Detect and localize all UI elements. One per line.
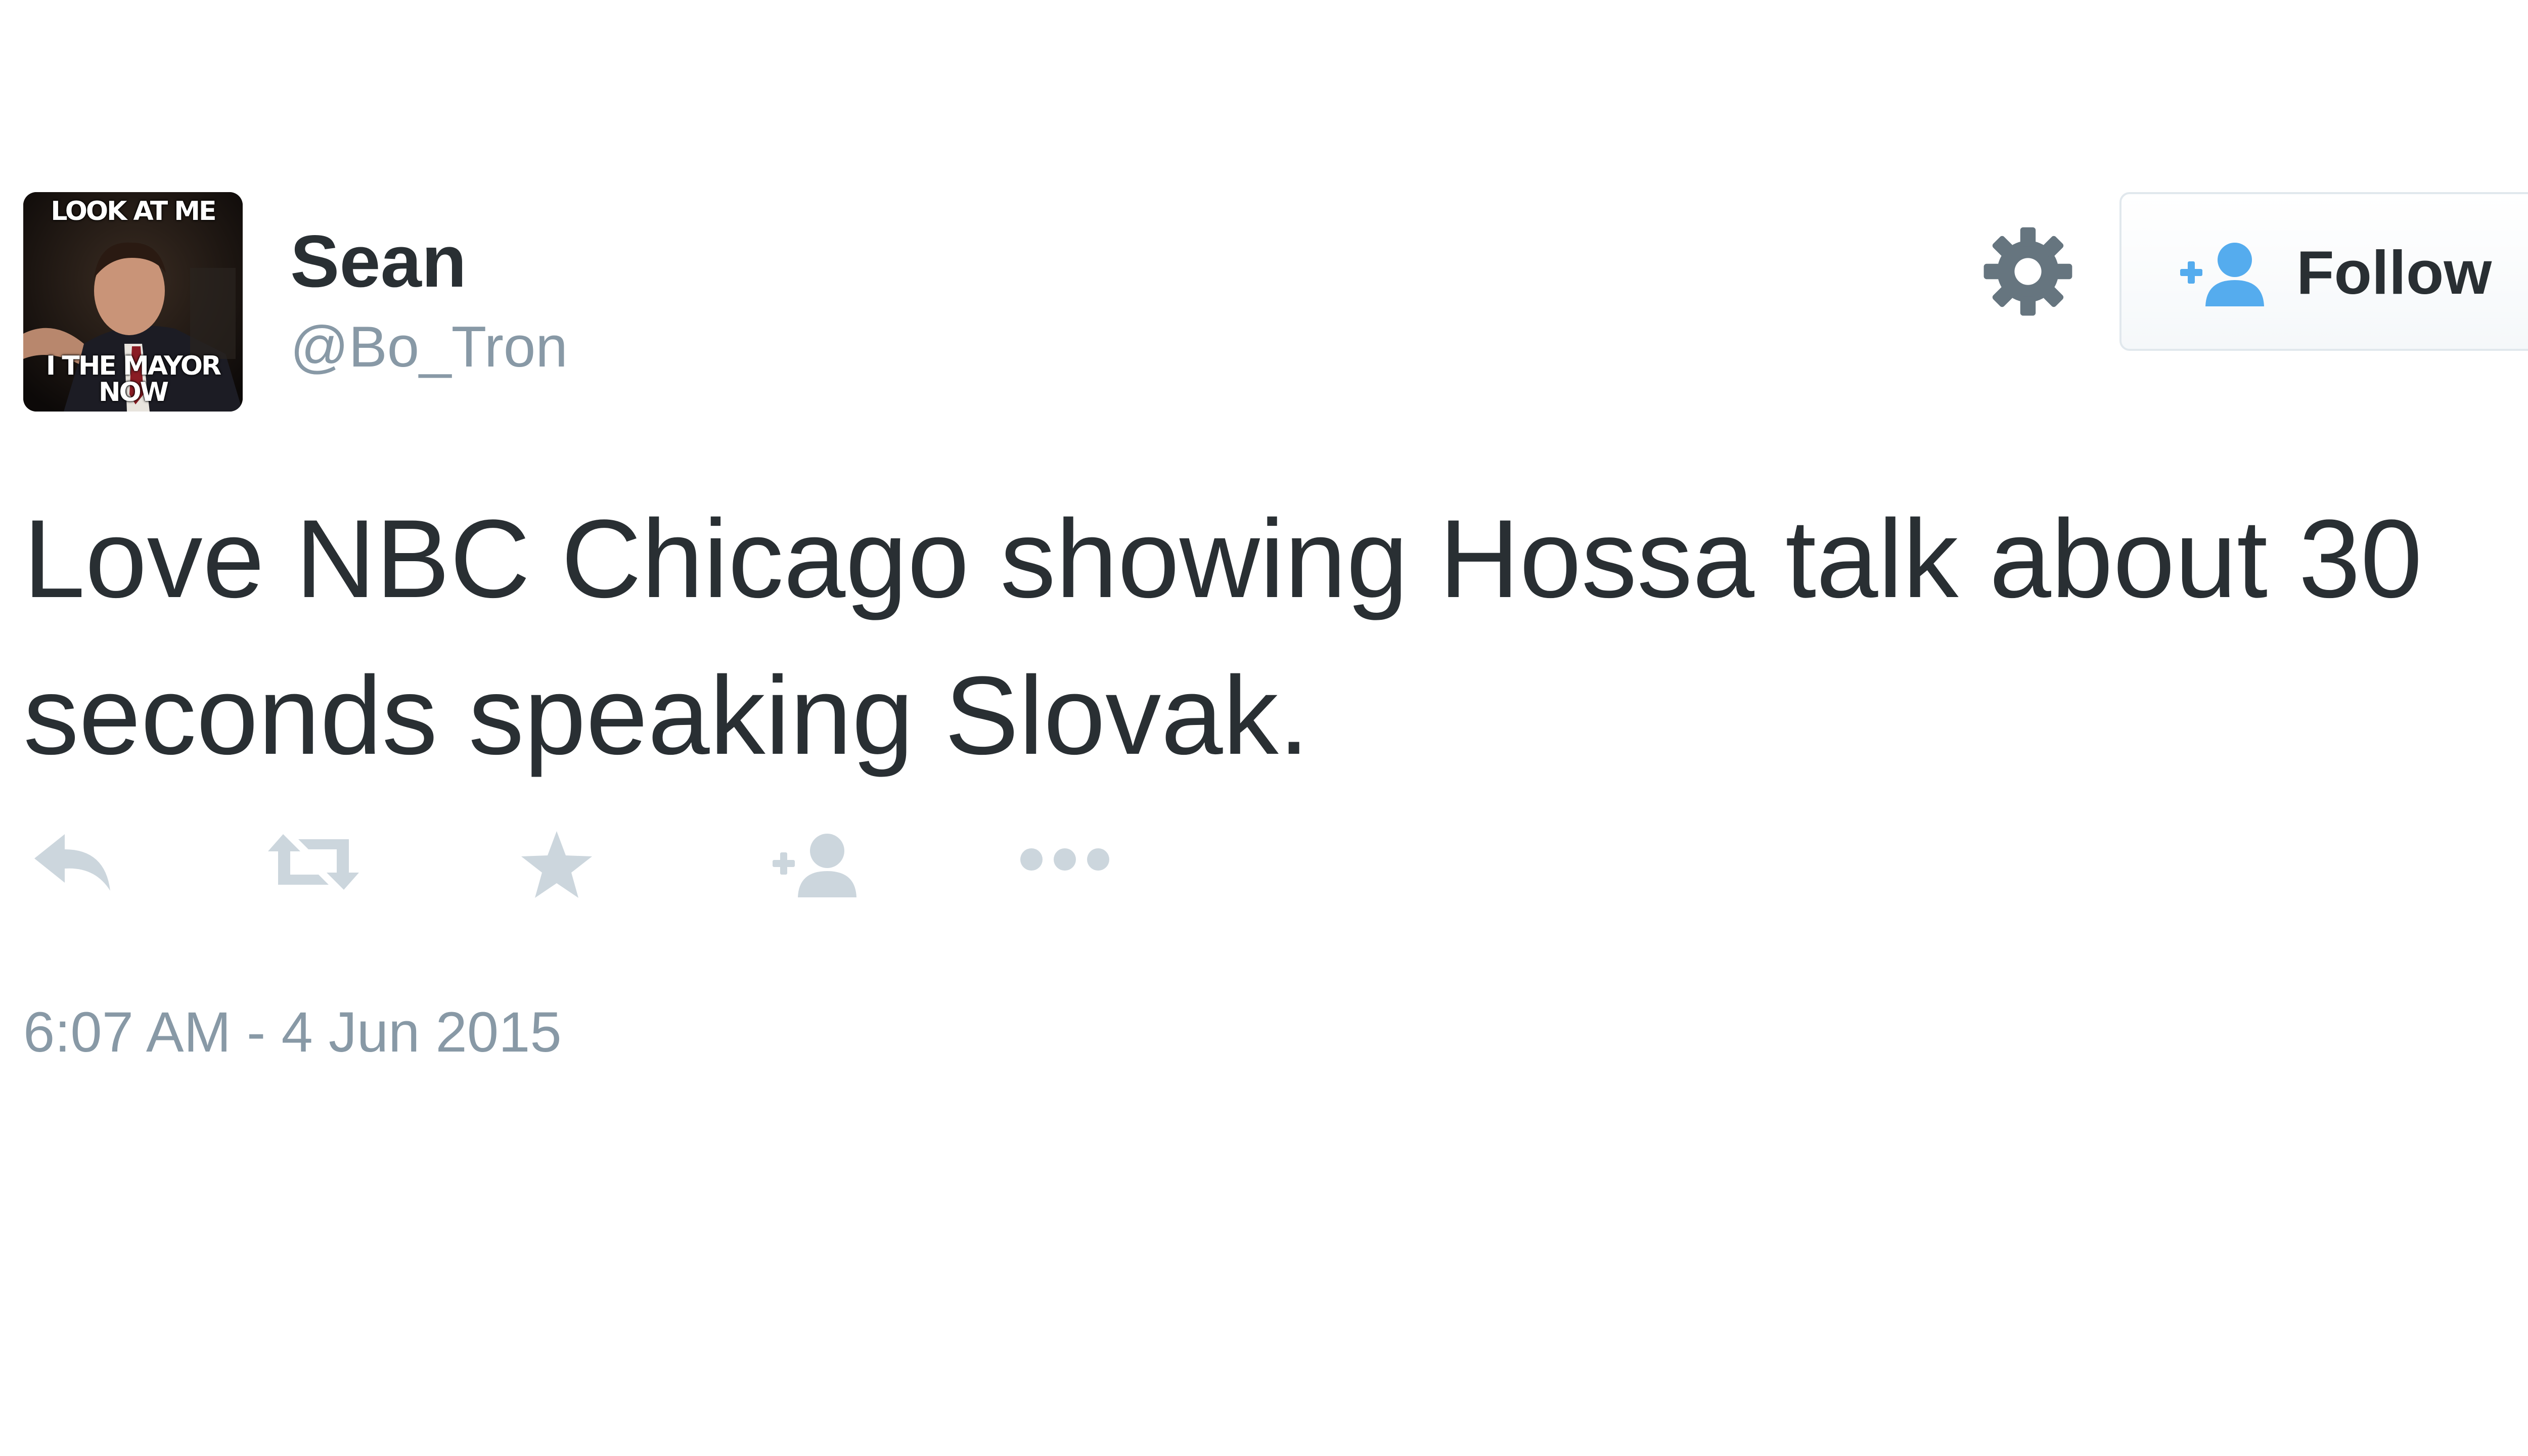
favorite-star-icon[interactable] bbox=[519, 829, 595, 910]
reply-icon[interactable] bbox=[29, 829, 115, 910]
tweet-page: LOOK AT ME I THE MAYOR NOW Sean @Bo_Tron bbox=[0, 0, 2528, 1456]
gear-icon[interactable] bbox=[1980, 223, 2076, 320]
tweet-header: LOOK AT ME I THE MAYOR NOW Sean @Bo_Tron bbox=[23, 192, 2528, 415]
retweet-icon[interactable] bbox=[263, 829, 364, 910]
follow-label: Follow bbox=[2296, 238, 2492, 307]
tweet-timestamp[interactable]: 6:07 AM - 4 Jun 2015 bbox=[23, 1004, 562, 1061]
follow-user-icon[interactable] bbox=[773, 829, 864, 910]
add-user-icon bbox=[2180, 241, 2271, 306]
tweet-text: Love NBC Chicago showing Hossa talk abou… bbox=[23, 496, 2422, 778]
user-name[interactable]: Sean bbox=[290, 224, 467, 298]
avatar-caption-top: LOOK AT ME bbox=[51, 196, 216, 226]
avatar[interactable]: LOOK AT ME I THE MAYOR NOW bbox=[23, 192, 243, 412]
avatar-caption-bottom: I THE MAYOR NOW bbox=[46, 351, 221, 407]
more-options-icon[interactable] bbox=[1019, 829, 1110, 910]
follow-button[interactable]: Follow bbox=[2119, 192, 2528, 351]
user-handle[interactable]: @Bo_Tron bbox=[290, 318, 568, 376]
